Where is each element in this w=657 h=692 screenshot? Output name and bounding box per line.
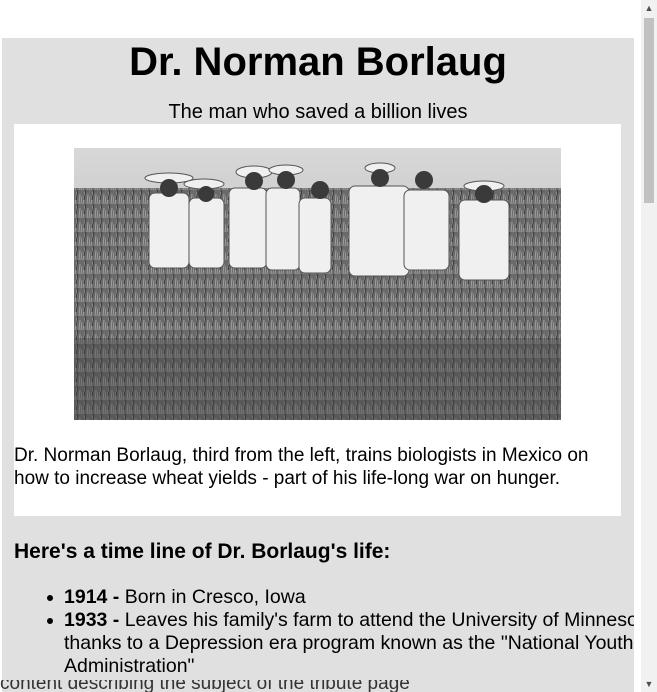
timeline-year: 1914 - bbox=[64, 586, 120, 608]
image-caption: Dr. Norman Borlaug, third from the left,… bbox=[14, 445, 589, 489]
page-title: Dr. Norman Borlaug bbox=[129, 40, 507, 84]
list-item: 1933 - Leaves his family's farm to atten… bbox=[47, 609, 634, 678]
overlapping-footer-text: content describing the subject of the tr… bbox=[0, 680, 641, 692]
timeline-list: 1914 - Born in Cresco, Iowa 1933 - Leave… bbox=[14, 586, 634, 678]
footer-text: content describing the subject of the tr… bbox=[0, 680, 410, 692]
tribute-page: Dr. Norman Borlaug The man who saved a b… bbox=[2, 38, 634, 692]
page-subtitle: The man who saved a billion lives bbox=[168, 101, 468, 123]
timeline-heading: Here's a time line of Dr. Borlaug's life… bbox=[14, 540, 391, 563]
borlaug-photo bbox=[74, 148, 561, 420]
timeline-year: 1933 - bbox=[64, 609, 120, 631]
scrollbar-thumb[interactable] bbox=[644, 18, 654, 203]
vertical-scrollbar[interactable]: ▲ ▼ bbox=[641, 0, 657, 692]
scroll-up-arrow-icon[interactable]: ▲ bbox=[641, 0, 657, 16]
timeline-text: Leaves his family's farm to attend the U… bbox=[64, 609, 634, 677]
image-container: Dr. Norman Borlaug, third from the left,… bbox=[14, 124, 621, 516]
list-item: 1914 - Born in Cresco, Iowa bbox=[47, 586, 634, 609]
scroll-down-arrow-icon[interactable]: ▼ bbox=[641, 676, 657, 692]
timeline-text: Born in Cresco, Iowa bbox=[119, 586, 306, 608]
